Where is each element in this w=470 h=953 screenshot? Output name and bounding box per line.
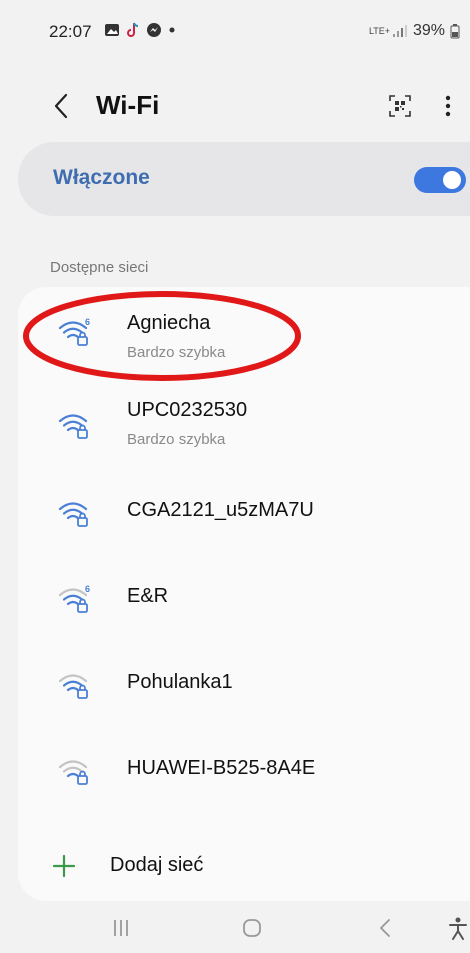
qr-scan-button[interactable]: [384, 90, 416, 122]
network-row[interactable]: HUAWEI-B525-8A4E: [18, 731, 470, 811]
gallery-icon: [105, 24, 119, 36]
home-button[interactable]: [240, 917, 264, 939]
network-name: E&R: [127, 585, 169, 607]
more-vertical-icon: [445, 95, 451, 117]
wifi-toggle-card[interactable]: Włączone: [18, 142, 470, 216]
recent-apps-icon: [114, 920, 128, 936]
wifi-toggle-label: Włączone: [53, 166, 150, 189]
wifi-6-locked-icon: 6: [58, 317, 90, 346]
notification-icons: [104, 22, 176, 38]
network-speed: Bardzo szybka: [127, 344, 226, 361]
recent-apps-button[interactable]: [112, 917, 130, 939]
svg-text:6: 6: [85, 584, 90, 594]
back-arrow-icon: [54, 93, 68, 119]
signal-icon: [392, 25, 407, 37]
network-row[interactable]: 6 Agniecha Bardzo szybka: [18, 292, 470, 372]
system-nav-bar: [0, 905, 470, 953]
accessibility-button[interactable]: [448, 917, 468, 941]
system-icons: LTE+ 39%: [369, 22, 460, 40]
wifi-toggle-switch[interactable]: [414, 167, 466, 193]
accessibility-icon: [449, 917, 467, 940]
dot-icon: [169, 27, 175, 33]
add-network-label: Dodaj sieć: [110, 854, 204, 876]
available-networks-label: Dostępne sieci: [50, 259, 149, 276]
status-time: 22:07: [49, 22, 92, 41]
network-row[interactable]: UPC0232530 Bardzo szybka: [18, 385, 470, 465]
battery-icon: [450, 24, 460, 39]
add-network-button[interactable]: Dodaj sieć: [18, 842, 470, 892]
home-icon: [243, 919, 261, 937]
status-bar: 22:07 LTE+ 39%: [0, 0, 470, 60]
networks-list: 6 Agniecha Bardzo szybka UPC0232530 Bard…: [18, 287, 470, 901]
plus-icon: [52, 854, 76, 878]
page-title: Wi-Fi: [96, 90, 160, 120]
network-type-text: LTE+: [368, 25, 391, 36]
wifi-locked-icon: [58, 502, 88, 527]
back-nav-icon: [380, 919, 390, 937]
wifi-locked-icon: [58, 414, 88, 439]
network-name: Agniecha: [127, 312, 211, 334]
network-name: HUAWEI-B525-8A4E: [127, 757, 316, 779]
back-nav-button[interactable]: [378, 917, 392, 939]
battery-percent: 39%: [412, 22, 445, 39]
toggle-knob: [443, 171, 461, 189]
wifi-locked-icon: [58, 760, 88, 785]
network-row[interactable]: Pohulanka1: [18, 645, 470, 725]
wifi-6-locked-icon: 6: [58, 584, 90, 613]
network-speed: Bardzo szybka: [127, 431, 226, 448]
network-row[interactable]: 6 E&R: [18, 559, 470, 639]
qr-code-icon: [389, 95, 411, 117]
app-header: Wi-Fi: [0, 78, 470, 134]
network-row[interactable]: CGA2121_u5zMA7U: [18, 473, 470, 553]
tiktok-icon: [127, 22, 139, 37]
network-name: CGA2121_u5zMA7U: [127, 499, 314, 521]
wifi-locked-icon: [58, 674, 88, 699]
svg-text:6: 6: [85, 317, 90, 327]
back-button[interactable]: [46, 86, 76, 126]
network-name: Pohulanka1: [127, 671, 233, 693]
network-name: UPC0232530: [127, 399, 248, 421]
more-options-button[interactable]: [436, 88, 460, 124]
messenger-icon: [147, 23, 161, 37]
